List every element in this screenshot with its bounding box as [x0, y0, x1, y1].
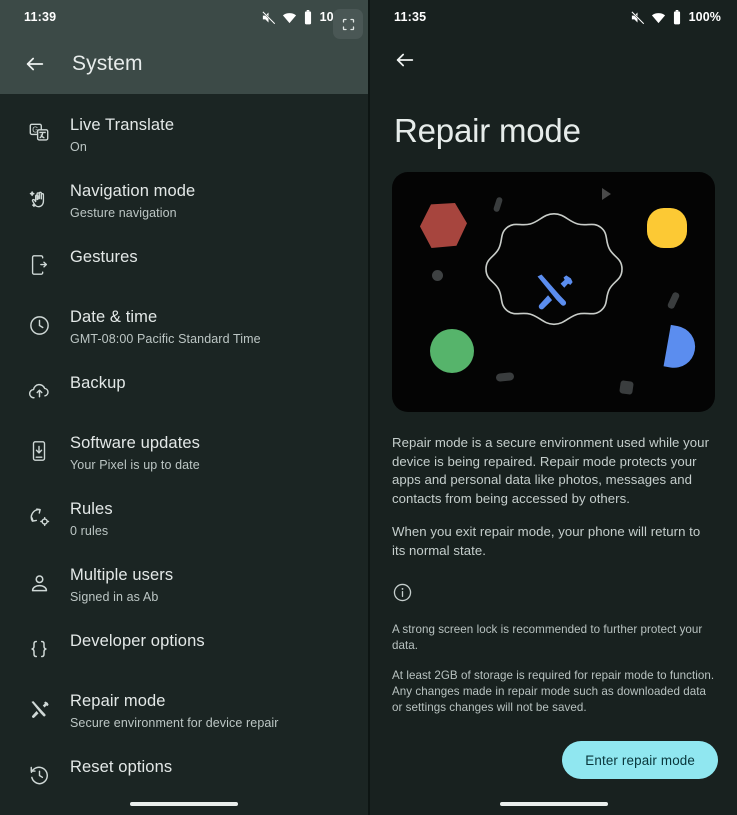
- screenshot-root: 11:39 System G Live Translate On Navigat…: [0, 0, 737, 815]
- row-title: Navigation mode: [70, 182, 196, 200]
- fullscreen-icon[interactable]: [333, 9, 363, 39]
- description-paragraph-2: When you exit repair mode, your phone wi…: [392, 524, 701, 558]
- settings-row-text: Multiple users Signed in as Ab: [70, 564, 173, 606]
- left-phone-panel: 11:39 System G Live Translate On Navigat…: [0, 0, 368, 815]
- row-subtitle: On: [70, 140, 87, 154]
- row-title: Rules: [70, 500, 113, 518]
- repair-mode-description: Repair mode is a secure environment used…: [370, 412, 737, 560]
- settings-row-text: Date & time GMT-08:00 Pacific Standard T…: [70, 306, 261, 348]
- settings-row-repair-mode[interactable]: Repair mode Secure environment for devic…: [0, 678, 368, 744]
- fine-print-1: A strong screen lock is recommended to f…: [392, 623, 703, 652]
- illustration-container: [370, 172, 737, 412]
- row-subtitle: Secure environment for device repair: [70, 716, 279, 730]
- row-title: Live Translate: [70, 116, 175, 134]
- gray-triangle-shape: [602, 188, 611, 200]
- gesture-hand-icon: [22, 182, 56, 216]
- cloud-upload-icon: [22, 374, 56, 408]
- back-arrow-icon[interactable]: [18, 47, 52, 81]
- back-arrow-icon[interactable]: [388, 43, 422, 77]
- wifi-icon: [282, 10, 297, 25]
- enter-repair-mode-button[interactable]: Enter repair mode: [562, 741, 718, 779]
- row-title: Repair mode: [70, 692, 166, 710]
- settings-row-live-translate[interactable]: G Live Translate On: [0, 102, 368, 168]
- system-update-icon: [22, 434, 56, 468]
- settings-row-text: Reset options: [70, 756, 172, 781]
- row-title: Multiple users: [70, 566, 174, 584]
- repair-mode-heading: Repair mode: [394, 112, 581, 149]
- info-icon-row: [370, 560, 737, 608]
- settings-row-rules[interactable]: Rules 0 rules: [0, 486, 368, 552]
- gray-square-shape: [619, 380, 634, 395]
- right-top-bar: [370, 34, 737, 86]
- settings-row-multiple-users[interactable]: Multiple users Signed in as Ab: [0, 552, 368, 618]
- info-circle-icon: [392, 583, 413, 607]
- fine-print-2: At least 2GB of storage is required for …: [392, 669, 715, 714]
- yellow-squircle-shape: [647, 208, 687, 248]
- battery-icon: [303, 9, 313, 25]
- phone-gesture-icon: [22, 248, 56, 282]
- row-subtitle: Your Pixel is up to date: [70, 458, 200, 472]
- status-icon-group: 100%: [630, 9, 721, 25]
- row-subtitle: 0 rules: [70, 524, 109, 538]
- settings-row-date-time[interactable]: Date & time GMT-08:00 Pacific Standard T…: [0, 294, 368, 360]
- person-icon: [22, 566, 56, 600]
- status-time: 11:39: [24, 10, 57, 24]
- rules-gear-icon: [22, 500, 56, 534]
- settings-row-navigation-mode[interactable]: Navigation mode Gesture navigation: [0, 168, 368, 234]
- repair-mode-illustration: [392, 172, 715, 412]
- row-title: Developer options: [70, 632, 205, 650]
- row-title: Reset options: [70, 758, 173, 776]
- settings-row-text: Developer options: [70, 630, 205, 655]
- right-status-bar: 11:35 100%: [370, 0, 737, 34]
- settings-row-backup[interactable]: Backup: [0, 360, 368, 420]
- hexagon-shape: [419, 203, 467, 248]
- row-title: Software updates: [70, 434, 201, 452]
- green-circle-shape: [430, 329, 474, 373]
- settings-row-gestures[interactable]: Gestures: [0, 234, 368, 294]
- blue-half-moon-shape: [663, 324, 699, 372]
- settings-row-text: Gestures: [70, 246, 138, 271]
- page-title: System: [72, 52, 143, 75]
- settings-row-text: Backup: [70, 372, 126, 397]
- home-gesture-bar[interactable]: [130, 802, 238, 806]
- settings-row-developer-options[interactable]: Developer options: [0, 618, 368, 678]
- clock-icon: [22, 308, 56, 342]
- settings-row-reset-options[interactable]: Reset options: [0, 744, 368, 804]
- tools-icon: [22, 692, 56, 726]
- battery-icon: [672, 9, 682, 25]
- right-phone-panel: 11:35 100% Repair mode Repair mode is a …: [370, 0, 737, 815]
- settings-row-text: Navigation mode Gesture navigation: [70, 180, 195, 222]
- wifi-icon: [651, 10, 666, 25]
- fine-print-block: A strong screen lock is recommended to f…: [370, 608, 737, 716]
- mute-icon: [261, 10, 276, 25]
- row-subtitle: GMT-08:00 Pacific Standard Time: [70, 332, 261, 346]
- status-time: 11:35: [394, 10, 427, 24]
- settings-row-text: Software updates Your Pixel is up to dat…: [70, 432, 200, 474]
- settings-row-text: Repair mode Secure environment for devic…: [70, 690, 279, 732]
- row-title: Gestures: [70, 248, 138, 266]
- settings-list: G Live Translate On Navigation mode Gest…: [0, 94, 368, 804]
- row-title: Backup: [70, 374, 126, 392]
- crossed-tools-icon: [537, 274, 573, 310]
- gray-bar-shape-2: [666, 291, 681, 310]
- cta-container: Enter repair mode: [562, 741, 718, 779]
- history-icon: [22, 758, 56, 792]
- live-translate-icon: G: [22, 116, 56, 150]
- settings-row-software-updates[interactable]: Software updates Your Pixel is up to dat…: [0, 420, 368, 486]
- row-subtitle: Gesture navigation: [70, 206, 177, 220]
- row-title: Date & time: [70, 308, 158, 326]
- home-gesture-bar[interactable]: [499, 802, 608, 806]
- row-subtitle: Signed in as Ab: [70, 590, 159, 604]
- gray-dot-shape: [432, 270, 443, 281]
- description-paragraph-1: Repair mode is a secure environment used…: [392, 435, 710, 506]
- battery-percent: 100%: [688, 10, 721, 24]
- settings-row-text: Live Translate On: [70, 114, 174, 156]
- mute-icon: [630, 10, 645, 25]
- settings-row-text: Rules 0 rules: [70, 498, 113, 540]
- left-app-bar: System: [0, 34, 368, 94]
- braces-icon: [22, 632, 56, 666]
- left-status-bar: 11:39: [0, 0, 368, 34]
